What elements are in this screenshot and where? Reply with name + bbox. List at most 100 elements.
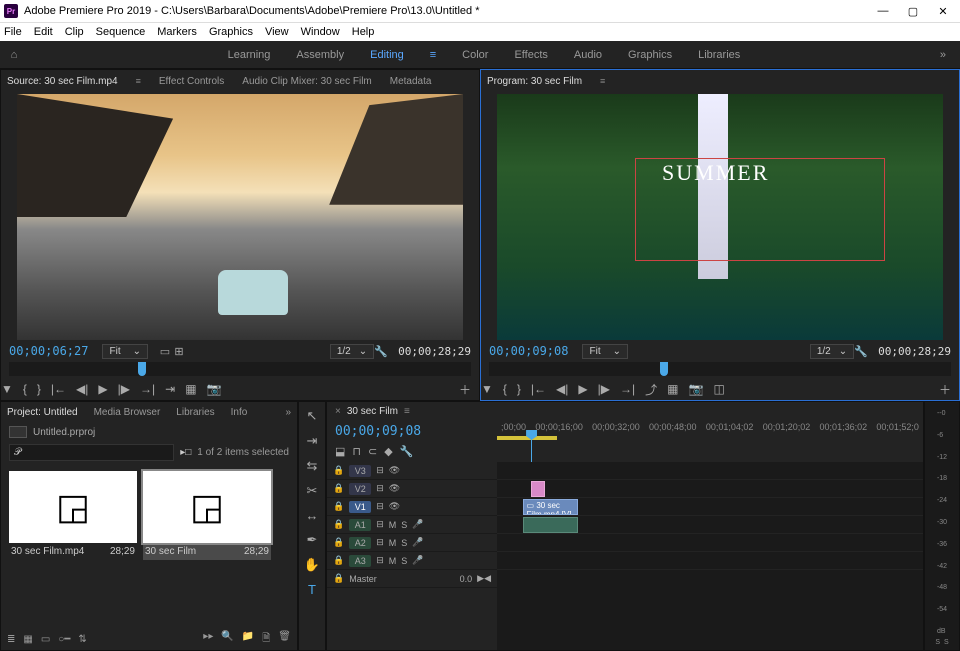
workspace-tab-learning[interactable]: Learning [228,49,271,61]
menu-view[interactable]: View [265,26,289,38]
workspace-tab-editing[interactable]: Editing [370,49,404,61]
button-editor-icon[interactable]: ＋ [459,381,471,398]
workspace-tab-libraries[interactable]: Libraries [698,49,740,61]
close-button[interactable]: ✕ [936,5,950,18]
menu-graphics[interactable]: Graphics [209,26,253,38]
lift-icon[interactable]: ⤴ [645,381,657,398]
video-lane-v2[interactable] [497,480,923,498]
project-search-input[interactable] [9,444,174,461]
video-track-head-v3[interactable]: 🔒V3⊟👁 [327,462,497,480]
video-track-head-v2[interactable]: 🔒V2⊟👁 [327,480,497,498]
selection-tool-icon[interactable]: ↖ [307,408,318,424]
pen-tool-icon[interactable]: ✒ [307,532,318,548]
maximize-button[interactable]: ▢ [906,5,920,18]
menu-clip[interactable]: Clip [65,26,84,38]
source-tab[interactable]: Metadata [390,76,432,87]
menu-window[interactable]: Window [301,26,340,38]
mark-out-icon[interactable]: } [37,382,41,396]
find-icon[interactable]: 🔍 [221,631,233,648]
source-resolution-icon[interactable]: ▭ [158,344,172,358]
filter-bin-icon[interactable]: ▸□ [180,447,191,458]
play-icon[interactable]: ▶ [98,382,107,396]
project-overflow-icon[interactable]: » [285,407,291,418]
insert-icon[interactable]: ⇥ [165,382,175,396]
marker-icon[interactable]: ▼ [1,382,13,396]
project-tab[interactable]: Project: Untitled [7,407,78,418]
project-tab[interactable]: Media Browser [94,407,161,418]
workspace-menu-icon[interactable]: ≡ [430,49,436,61]
source-scrub-bar[interactable] [9,362,471,376]
step-fwd-icon[interactable]: |▶ [118,382,130,396]
go-to-in-icon[interactable]: |← [51,382,66,396]
step-back-icon[interactable]: ◀| [76,382,88,396]
source-tab[interactable]: Source: 30 sec Film.mp4 [7,76,118,87]
step-fwd-icon[interactable]: |▶ [598,382,610,396]
nest-icon[interactable]: ⬓ [335,445,345,458]
hand-tool-icon[interactable]: ✋ [304,557,320,573]
source-zoom-dropdown[interactable]: Fit⌄ [102,344,148,359]
marker-add-icon[interactable]: ◆ [384,445,392,458]
title-clip[interactable] [531,481,545,497]
source-out-timecode[interactable]: 00;00;28;29 [398,345,471,358]
audio-track-head-a1[interactable]: 🔒A1⊟MS🎤 [327,516,497,534]
timeline-timecode[interactable]: 00;00;09;08 [335,424,489,439]
step-back-icon[interactable]: ◀| [556,382,568,396]
audio-track-head-a3[interactable]: 🔒A3⊟MS🎤 [327,552,497,570]
automate-icon[interactable]: ▸▸ [203,631,213,648]
solo-right[interactable]: S [944,639,949,646]
source-tab[interactable]: Audio Clip Mixer: 30 sec Film [242,76,371,87]
snap-icon[interactable]: ⊓ [352,445,361,458]
minimize-button[interactable]: — [876,5,890,18]
program-playback-res-dropdown[interactable]: 1/2⌄ [810,344,854,359]
video-lane-v1[interactable]: ▭ 30 sec Film.mp4 [V] [497,498,923,516]
program-monitor[interactable]: SUMMER [497,94,943,340]
video-lane-v3[interactable] [497,462,923,480]
workspace-tab-effects[interactable]: Effects [514,49,547,61]
zoom-slider[interactable]: ○━ [58,634,70,645]
work-area-bar[interactable] [497,436,557,440]
master-track-head[interactable]: 🔒Master0.0▶◀ [327,570,497,588]
list-view-icon[interactable]: ≣ [7,634,15,645]
timeline-ruler[interactable]: ;00;0000;00;16;0000;00;32;0000;00;48;000… [497,420,923,456]
export-frame-icon[interactable]: 📷 [207,382,222,396]
razor-tool-icon[interactable]: ✂ [307,483,318,499]
video-track-head-v1[interactable]: 🔒V1⊟👁 [327,498,497,516]
menu-markers[interactable]: Markers [157,26,197,38]
menu-help[interactable]: Help [352,26,375,38]
type-tool-icon[interactable]: T [308,582,316,597]
source-tab-menu-icon[interactable]: ≡ [136,76,141,86]
mark-in-icon[interactable]: { [23,382,27,396]
mark-in-icon[interactable]: { [503,382,507,396]
go-to-out-icon[interactable]: →| [620,382,635,396]
ripple-tool-icon[interactable]: ⇆ [307,458,318,474]
timeline-tab[interactable]: 30 sec Film [347,406,398,417]
menu-file[interactable]: File [4,26,22,38]
delete-icon[interactable]: 🗑 [278,631,291,648]
menu-sequence[interactable]: Sequence [96,26,146,38]
source-in-timecode[interactable]: 00;00;06;27 [9,344,88,358]
solo-left[interactable]: S [935,639,940,646]
program-settings-icon[interactable]: 🔧 [854,344,868,358]
mark-out-icon[interactable]: } [517,382,521,396]
timeline-settings-icon[interactable]: 🔧 [400,445,414,458]
export-frame-icon[interactable]: 📷 [688,382,703,396]
audio-clip[interactable] [523,517,578,533]
slip-tool-icon[interactable]: ↔ [306,508,319,523]
program-in-timecode[interactable]: 00;00;09;08 [489,344,568,358]
program-tab-menu-icon[interactable]: ≡ [600,76,605,86]
new-item-icon[interactable]: 🗎 [262,631,270,648]
project-bin-item[interactable]: ◲30 sec Film.mp428;29 [9,471,137,560]
marker-icon[interactable]: ▼ [481,382,493,396]
play-icon[interactable]: ▶ [578,382,587,396]
go-to-out-icon[interactable]: →| [140,382,155,396]
source-settings-icon[interactable]: 🔧 [374,344,388,358]
title-text-overlay[interactable]: SUMMER [662,160,769,186]
audio-lane-a2[interactable] [497,534,923,552]
video-clip[interactable]: ▭ 30 sec Film.mp4 [V] [523,499,578,515]
source-tab[interactable]: Effect Controls [159,76,224,87]
audio-lane-a1[interactable] [497,516,923,534]
program-tab[interactable]: Program: 30 sec Film [487,76,582,87]
project-bin-item[interactable]: ◲30 sec Film28;29 [143,471,271,560]
track-select-tool-icon[interactable]: ⇥ [307,433,318,449]
home-button[interactable]: ⌂ [0,49,28,61]
